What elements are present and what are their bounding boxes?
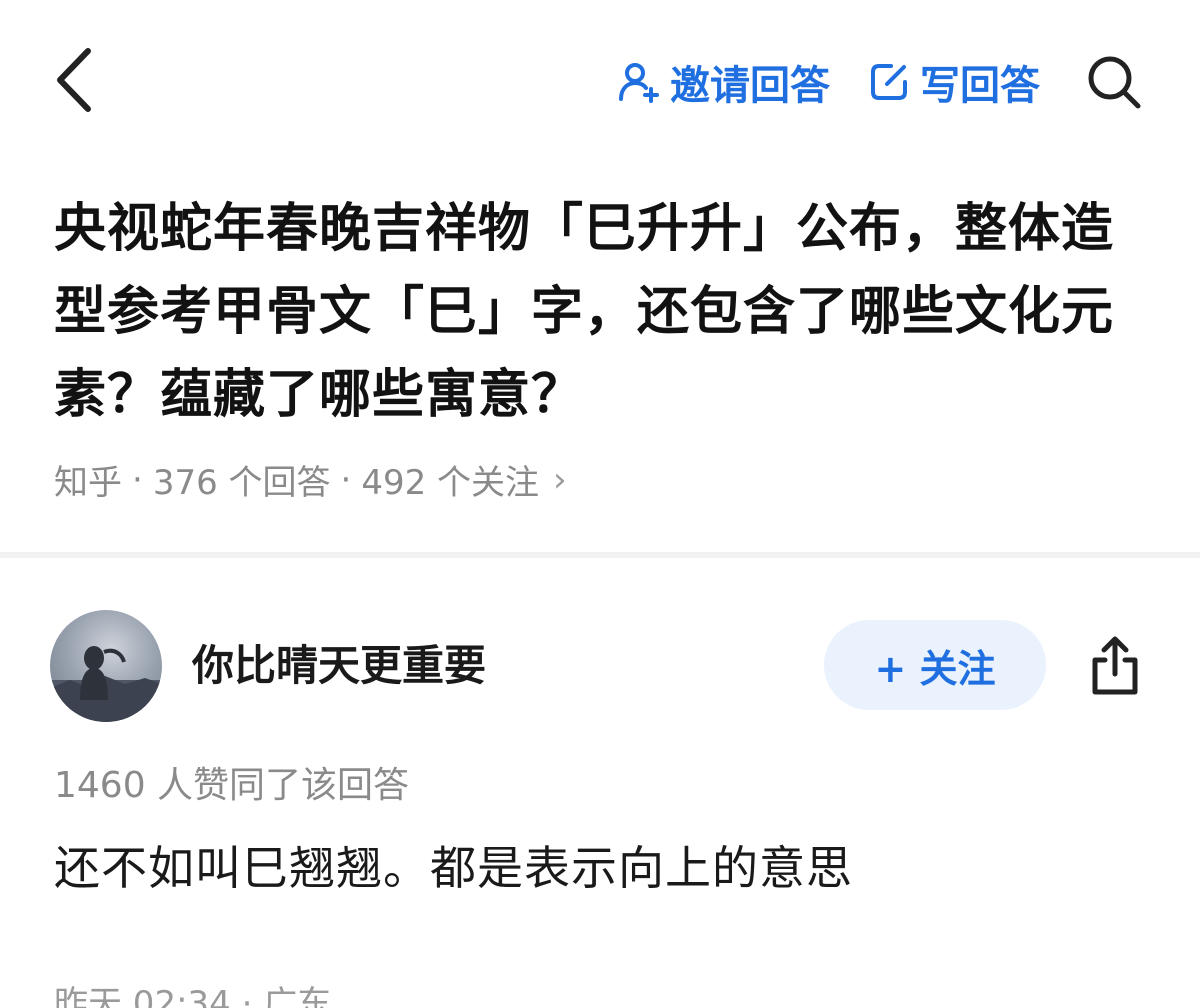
back-arrow-icon (57, 48, 91, 112)
followers-count: 492 个关注 (361, 463, 540, 503)
invite-answer-button[interactable]: 邀请回答 (616, 53, 830, 111)
invite-person-icon (616, 59, 662, 105)
answer-time: 昨天 02:34 (54, 984, 231, 1008)
answer-location: 广东 (263, 984, 332, 1008)
answer-content[interactable]: 还不如叫巳翘翘。都是表示向上的意思 (54, 832, 853, 898)
answers-count: 376 个回答 (152, 463, 331, 503)
question-section: 央视蛇年春晚吉祥物「巳升升」公布，整体造型参考甲骨文「巳」字，还包含了哪些文化元… (54, 188, 1154, 504)
question-source: 知乎 (54, 463, 122, 503)
back-button[interactable] (44, 44, 104, 116)
write-answer-label: 写回答 (920, 63, 1040, 109)
follow-button[interactable]: + 关注 (824, 620, 1046, 710)
question-meta[interactable]: 知乎 · 376 个回答 · 492 个关注 › (54, 455, 1154, 504)
invite-answer-label: 邀请回答 (670, 63, 830, 109)
write-answer-button[interactable]: 写回答 (866, 53, 1040, 111)
edit-icon (866, 59, 912, 105)
search-button[interactable] (1084, 52, 1144, 112)
top-actions: 邀请回答 写回答 (616, 50, 1144, 114)
section-divider (0, 552, 1200, 558)
votes-text: 1460 人赞同了该回答 (54, 765, 410, 806)
answer-author-row: 你比晴天更重要 + 关注 (50, 606, 1150, 726)
meta-separator: · (340, 459, 352, 500)
chevron-right-icon: › (553, 459, 567, 500)
question-title[interactable]: 央视蛇年春晚吉祥物「巳升升」公布，整体造型参考甲骨文「巳」字，还包含了哪些文化元… (54, 188, 1154, 437)
share-button[interactable] (1080, 626, 1150, 706)
author-name[interactable]: 你比晴天更重要 (192, 632, 486, 693)
meta-separator: · (132, 459, 143, 500)
answer-meta: 昨天 02:34 · 广东 (54, 976, 331, 1008)
top-bar: 邀请回答 写回答 (0, 0, 1200, 160)
avatar[interactable] (50, 610, 162, 722)
meta-separator: · (241, 984, 264, 1008)
share-icon (1092, 636, 1138, 695)
search-icon (1088, 56, 1141, 109)
